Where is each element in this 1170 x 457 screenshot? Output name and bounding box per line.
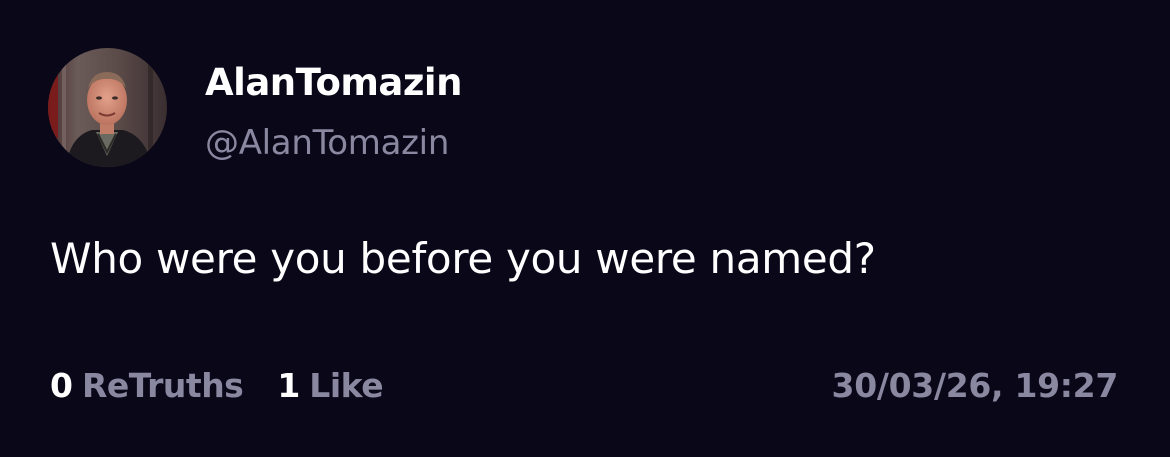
- post-card: AlanTomazin @AlanTomazin Who were you be…: [0, 0, 1170, 457]
- retruths-stat[interactable]: 0 ReTruths: [50, 366, 244, 405]
- likes-count: 1: [277, 366, 301, 405]
- post-timestamp: 30/03/26, 19:27: [831, 366, 1119, 405]
- post-text: Who were you before you were named?: [50, 234, 876, 283]
- retruths-label: ReTruths: [81, 366, 244, 405]
- avatar-photo: [48, 48, 167, 167]
- likes-label: Like: [309, 366, 384, 405]
- avatar[interactable]: [48, 48, 167, 167]
- user-handle[interactable]: @AlanTomazin: [205, 123, 449, 163]
- display-name[interactable]: AlanTomazin: [205, 61, 462, 104]
- retruths-count: 0: [50, 366, 73, 405]
- likes-stat[interactable]: 1 Like: [277, 366, 383, 405]
- post-stats: 0 ReTruths 1 Like: [50, 366, 384, 405]
